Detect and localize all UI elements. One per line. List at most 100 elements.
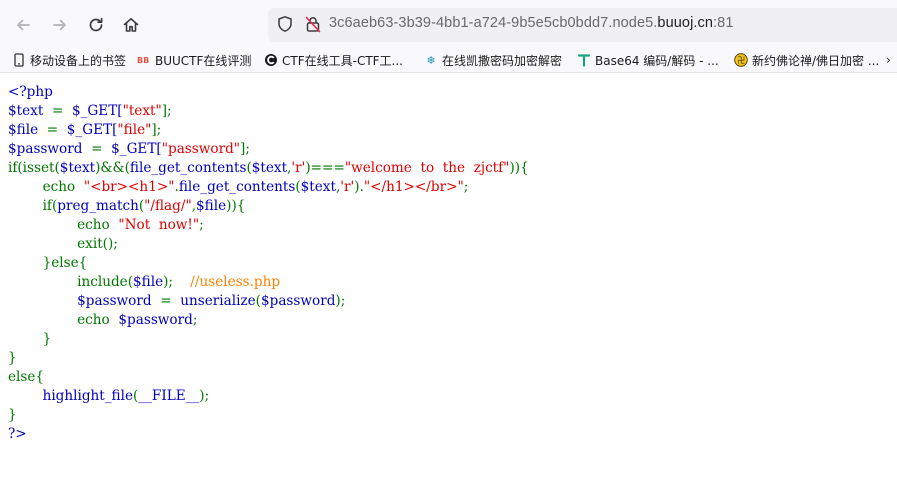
code-token: ]; (161, 103, 172, 119)
browser-toolbar: 3c6aeb63-3b39-4bb1-a724-9b5e5cb0bdd7.nod… (0, 0, 897, 48)
url-security-icons (276, 15, 322, 33)
insecure-lock-icon[interactable] (304, 15, 322, 33)
reload-button[interactable] (85, 14, 107, 36)
bookmark-label: CTF在线工具-CTF工... (282, 53, 403, 68)
code-token: $_GET[ (66, 122, 118, 138)
code-token: = (82, 141, 112, 157)
code-token: file_get_contents (129, 160, 247, 176)
code-token: __FILE__ (138, 388, 200, 404)
php-close-tag: ?> (8, 426, 27, 442)
code-token: file_get_contents (178, 179, 296, 195)
bookmark-mobile[interactable]: 移动设备上的书签 (12, 51, 126, 69)
bookmark-label: Base64 编码/解码 - ... (595, 53, 719, 68)
code-token: highlight_file (42, 388, 134, 404)
code-token: "</h1></br>" (363, 179, 464, 195)
code-token: ); (163, 274, 191, 290)
bookmark-label: 在线凯撒密码加密解密 (442, 53, 563, 68)
home-button[interactable] (120, 14, 142, 36)
home-icon (123, 18, 139, 32)
code-token: = (43, 103, 72, 119)
base64-icon (577, 53, 591, 67)
code-token: ); (199, 388, 210, 404)
code-token: } (8, 331, 52, 347)
svg-text:BB: BB (137, 56, 149, 65)
code-token: echo (8, 179, 84, 195)
bookmark-label: 移动设备上的书签 (30, 53, 127, 68)
bookmarks-overflow[interactable]: › (886, 51, 891, 69)
forward-button[interactable] (49, 14, 71, 36)
arrow-left-icon (17, 19, 30, 31)
code-token: ; (463, 179, 469, 195)
code-token: ); (335, 293, 346, 309)
code-token: 'r' (340, 179, 355, 195)
code-token: "Not now!" (118, 217, 200, 233)
bookmark-caesar[interactable]: ❄ 在线凯撒密码加密解密 (424, 51, 562, 69)
code-token: $password (260, 293, 336, 309)
code-token: if( (8, 198, 58, 214)
code-token: ). (354, 179, 364, 195)
code-token: "<br><h1>" (83, 179, 175, 195)
code-token: $text (251, 160, 288, 176)
code-token: echo (8, 312, 119, 328)
code-token: exit (8, 236, 103, 252)
code-token: )&&( (95, 160, 130, 176)
code-token: }else{ (8, 255, 88, 271)
code-token: "/flag/" (144, 198, 192, 214)
code-token: = (151, 293, 181, 309)
url-domain: buuoj.cn (657, 15, 714, 31)
code-token: ]; (151, 122, 162, 138)
code-token: = (38, 122, 67, 138)
code-token: $file (133, 274, 164, 290)
code-token: $_GET[ (111, 141, 162, 157)
bookmarks-bar: 移动设备上的书签 BB BUUCTF在线评测 CTF在线工具-CTF工... ❄… (0, 48, 897, 73)
snowflake-icon: ❄ (426, 53, 436, 67)
code-token: $_GET[ (71, 103, 123, 119)
code-token: "password" (161, 141, 241, 157)
url-prefix: 3c6aeb63-3b39-4bb1-a724-9b5e5cb0bdd7.nod… (329, 15, 658, 31)
reload-icon (89, 17, 103, 32)
code-token: $password (8, 141, 83, 157)
code-token: preg_match (57, 198, 139, 214)
code-token: else{ (8, 369, 45, 385)
code-token: } (8, 350, 17, 366)
code-token: "file" (117, 122, 152, 138)
mobile-icon (12, 53, 26, 67)
overflow-icon: › (886, 53, 891, 67)
code-token: echo (8, 217, 119, 233)
bookmark-ctf-tool[interactable]: CTF在线工具-CTF工... (264, 51, 403, 69)
ctf-tool-icon (264, 53, 278, 67)
php-open-tag: <?php (8, 84, 53, 100)
code-token: include( (8, 274, 134, 290)
code-token: unserialize (180, 293, 256, 309)
svg-text:卍: 卍 (737, 56, 745, 65)
back-button[interactable] (12, 14, 34, 36)
bookmark-base64[interactable]: Base64 编码/解码 - ... (577, 51, 719, 69)
code-token: if(isset( (8, 160, 60, 176)
code-token: ]; (240, 141, 250, 157)
bookmark-label: 新约佛论禅/佛日加密 ... (752, 53, 880, 68)
code-token: $password (118, 312, 193, 328)
code-token: ; (192, 312, 198, 328)
shield-icon[interactable] (276, 15, 294, 33)
code-token: } (8, 407, 17, 423)
code-token: $file (196, 198, 227, 214)
url-port: :81 (713, 15, 734, 31)
bookmark-label: BUUCTF在线评测 (155, 53, 252, 68)
code-token: ; (199, 217, 204, 233)
code-token: $password (8, 293, 152, 309)
code-token: (); (102, 236, 118, 252)
buuctf-icon: BB (137, 53, 151, 67)
url-text[interactable]: 3c6aeb63-3b39-4bb1-a724-9b5e5cb0bdd7.nod… (329, 15, 734, 31)
code-comment: //useless.php (190, 274, 281, 290)
bookmark-buddha[interactable]: 卍 新约佛论禅/佛日加密 ... (734, 51, 879, 69)
code-token: "welcome to the zjctf" (344, 160, 510, 176)
code-token: $text (300, 179, 336, 195)
code-token: )){ (226, 198, 246, 214)
code-token: )){ (509, 160, 529, 176)
buddha-icon: 卍 (734, 53, 748, 67)
code-token: "text" (122, 103, 162, 119)
code-token: $file (8, 122, 39, 138)
bookmark-buuctf[interactable]: BB BUUCTF在线评测 (137, 51, 251, 69)
arrow-right-icon (53, 19, 66, 31)
